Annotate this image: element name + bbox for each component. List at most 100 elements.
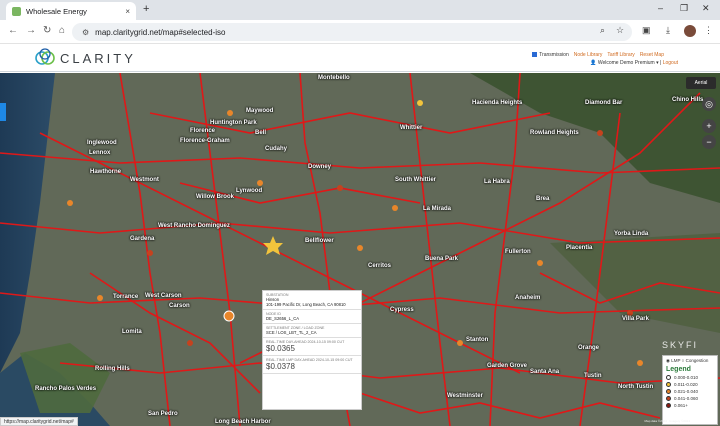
place-label: Gardena xyxy=(130,236,155,242)
welcome-user: 👤 Welcome Demo Premium ▾ | Logout xyxy=(590,60,678,66)
legend-title: Legend xyxy=(666,366,691,373)
node-marker[interactable] xyxy=(227,110,233,116)
place-label: Westmont xyxy=(130,177,159,183)
node-marker[interactable] xyxy=(97,295,103,301)
node-marker[interactable] xyxy=(257,180,263,186)
place-label: Bellflower xyxy=(305,238,334,244)
map-view[interactable]: Montebello Hacienda Heights Rowland Heig… xyxy=(0,73,720,426)
header-links: Transmission Node Library Tariff Library… xyxy=(532,52,664,58)
place-label: North Tustin xyxy=(618,384,654,390)
map-legend: ◉ LMP ○ Congestion Legend 0.000-0.010 0.… xyxy=(662,355,718,425)
place-label: Westminster xyxy=(447,393,483,399)
reload-icon[interactable]: ↻ xyxy=(43,25,51,36)
place-label: Torrance xyxy=(113,294,139,300)
download-icon[interactable]: ⤓ xyxy=(666,25,670,36)
place-label: Downey xyxy=(308,164,332,170)
node-marker[interactable] xyxy=(187,340,193,346)
close-window-icon[interactable]: ✕ xyxy=(702,3,710,14)
welcome-text[interactable]: Welcome Demo Premium xyxy=(598,60,655,66)
place-label: Chino Hills xyxy=(672,97,704,103)
clarity-logo-icon xyxy=(35,48,55,65)
node-marker[interactable] xyxy=(417,100,423,106)
node-marker[interactable] xyxy=(392,205,398,211)
legend-item: 0.011-0.020 xyxy=(666,382,714,387)
locate-icon[interactable]: ◎ xyxy=(702,97,716,111)
node-marker[interactable] xyxy=(637,360,643,366)
aerial-toggle-button[interactable]: Aerial xyxy=(686,77,716,89)
place-label: Garden Grove xyxy=(487,363,528,369)
app-header: CLARITY Transmission Node Library Tariff… xyxy=(0,45,720,72)
node-marker[interactable] xyxy=(147,250,153,256)
minimize-icon[interactable]: – xyxy=(658,3,663,13)
node-marker[interactable] xyxy=(337,185,343,191)
new-tab-button[interactable]: + xyxy=(143,3,149,15)
place-label: Yorba Linda xyxy=(614,231,649,237)
node-library-link[interactable]: Node Library xyxy=(574,52,603,58)
logout-link[interactable]: Logout xyxy=(663,60,678,66)
legend-item: 0.000-0.010 xyxy=(666,375,714,380)
profile-avatar[interactable] xyxy=(684,25,696,37)
place-label: Cudahy xyxy=(265,146,288,152)
legend-item: 0.021-0.040 xyxy=(666,389,714,394)
home-icon[interactable]: ⌂ xyxy=(59,25,65,36)
transmission-toggle[interactable]: Transmission xyxy=(532,52,569,58)
place-label: Brea xyxy=(536,196,550,202)
close-tab-icon[interactable]: × xyxy=(125,7,130,16)
place-label: Lynwood xyxy=(236,188,263,194)
lmp-radio-icon[interactable]: ◉ xyxy=(666,358,670,363)
back-icon[interactable]: ← xyxy=(8,25,18,36)
reset-map-link[interactable]: Reset Map xyxy=(640,52,664,58)
legend-swatch xyxy=(666,403,671,408)
favicon-icon xyxy=(12,6,21,16)
node-marker[interactable] xyxy=(537,260,543,266)
brand-name: CLARITY xyxy=(60,51,136,66)
url-text: map.claritygrid.net/map#selected-iso xyxy=(95,27,226,37)
browser-tab-bar: Wholesale Energy × + – ❐ ✕ xyxy=(0,0,720,20)
zoom-in-button[interactable]: + xyxy=(702,119,716,133)
checkbox-icon[interactable] xyxy=(532,52,538,58)
site-info-icon[interactable]: ⚙ xyxy=(82,28,89,37)
place-label: Villa Park xyxy=(622,316,649,322)
node-marker[interactable] xyxy=(357,245,363,251)
place-label: Orange xyxy=(578,345,600,351)
place-label: Santa Ana xyxy=(530,369,560,375)
map-attribution: Map data ©2024 · Imagery ©2024 xyxy=(644,419,690,423)
place-label: Long Beach Harbor xyxy=(215,419,271,425)
place-label: Cerritos xyxy=(368,263,392,269)
maximize-icon[interactable]: ❐ xyxy=(680,3,688,14)
place-label: Inglewood xyxy=(87,140,117,146)
side-panel-toggle[interactable] xyxy=(0,103,6,121)
place-label: Huntington Park xyxy=(210,120,257,126)
place-label: Carson xyxy=(169,303,190,309)
place-label: Cypress xyxy=(390,307,414,313)
place-label: La Mirada xyxy=(423,206,452,212)
zoom-out-button[interactable]: − xyxy=(702,135,716,149)
price-section-2: REAL-TIME LMP DAY-AHEAD 2024-10-15 09:00… xyxy=(263,356,361,374)
node-marker[interactable] xyxy=(67,200,73,206)
tariff-library-link[interactable]: Tariff Library xyxy=(607,52,634,58)
address-bar[interactable]: ⚙ map.claritygrid.net/map#selected-iso xyxy=(72,23,632,41)
forward-icon[interactable]: → xyxy=(26,25,36,36)
selected-node-marker[interactable] xyxy=(223,310,235,322)
browser-toolbar: ← → ↻ ⌂ ⚙ map.claritygrid.net/map#select… xyxy=(0,20,720,44)
congestion-radio-icon[interactable]: ○ xyxy=(682,358,685,363)
node-marker[interactable] xyxy=(597,130,603,136)
legend-toggle[interactable]: ◉ LMP ○ Congestion xyxy=(666,358,714,364)
bookmark-star-icon[interactable]: ☆ xyxy=(616,25,624,36)
node-id-value: DE_S2656_L_CA xyxy=(266,316,300,321)
legend-swatch xyxy=(666,382,671,387)
node-marker[interactable] xyxy=(457,340,463,346)
extensions-icon[interactable]: ▣ xyxy=(642,25,651,36)
menu-icon[interactable]: ⋮ xyxy=(704,25,713,36)
legend-item: 0.041-0.060 xyxy=(666,396,714,401)
place-label: Rancho Palos Verdes xyxy=(35,386,97,392)
place-label: Anaheim xyxy=(515,295,541,301)
place-label: West Rancho Dominguez xyxy=(158,223,230,229)
legend-swatch xyxy=(666,389,671,394)
place-label: Whittier xyxy=(400,125,423,131)
zoom-icon[interactable]: ⌕ xyxy=(600,25,605,36)
place-label: Florence xyxy=(190,128,216,134)
zone-value: SCE / LOS_LBT_TL_2_CA xyxy=(266,330,317,335)
legend-swatch xyxy=(666,375,671,380)
tab-wholesale-energy[interactable]: Wholesale Energy × xyxy=(6,2,136,20)
